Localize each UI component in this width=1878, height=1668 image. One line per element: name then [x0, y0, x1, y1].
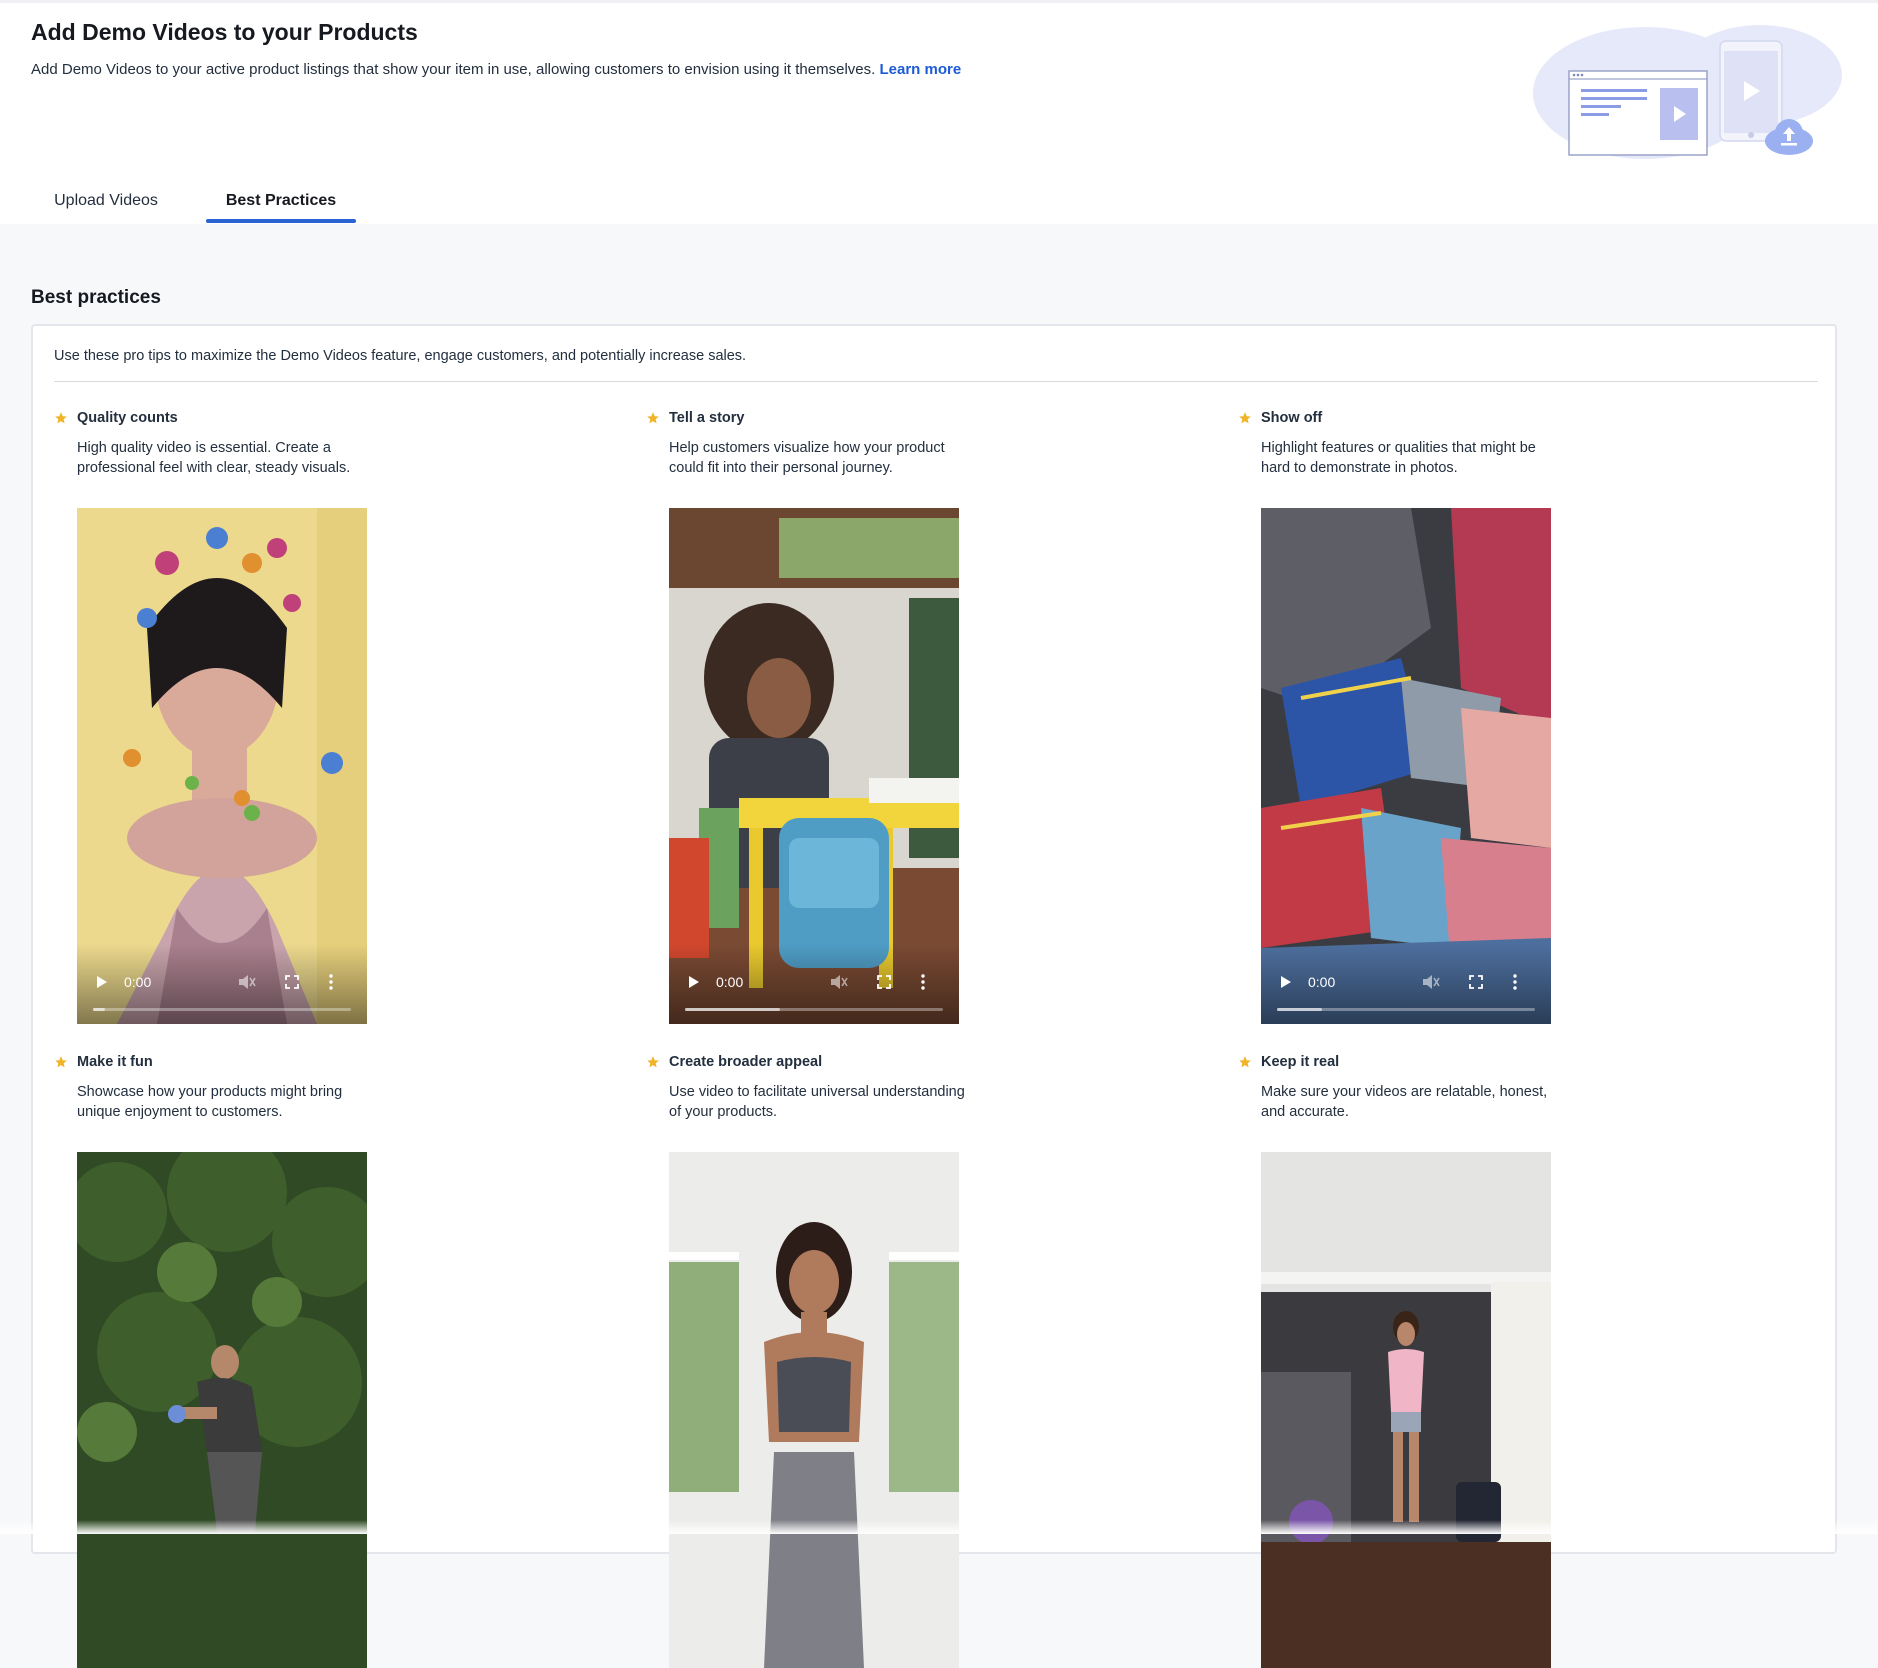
- card-intro: Use these pro tips to maximize the Demo …: [54, 348, 747, 364]
- tip-description: High quality video is essential. Create …: [77, 440, 351, 476]
- mute-icon[interactable]: [238, 974, 256, 990]
- page-description-text: Add Demo Videos to your active product l…: [31, 61, 876, 78]
- demo-video-player[interactable]: [77, 1152, 367, 1668]
- video-time: 0:00: [124, 974, 152, 990]
- tip-title: Tell a story: [669, 410, 745, 426]
- tip-description: Make sure your videos are relatable, hon…: [1261, 1084, 1548, 1120]
- video-frame-man-outdoors: [77, 1152, 367, 1668]
- star-icon: [55, 412, 67, 424]
- active-tab-indicator: [206, 219, 356, 223]
- star-icon: [1239, 412, 1251, 424]
- tab-best-practices[interactable]: Best Practices: [206, 176, 356, 221]
- video-frame-woman-fitness: [669, 1152, 959, 1668]
- upload-video-illustration: [1533, 25, 1842, 159]
- tip-description: Highlight features or qualities that mig…: [1261, 440, 1536, 476]
- tip-title: Show off: [1261, 410, 1323, 426]
- tab-upload-videos[interactable]: Upload Videos: [31, 176, 181, 221]
- video-time: 0:00: [1308, 974, 1336, 990]
- learn-more-link[interactable]: Learn more: [879, 61, 961, 78]
- tip-title: Create broader appeal: [669, 1054, 823, 1070]
- video-progress-bar[interactable]: [685, 1008, 943, 1011]
- tip-description: Showcase how your products might bring u…: [77, 1084, 343, 1120]
- star-icon: [55, 1056, 67, 1068]
- tip-title: Quality counts: [77, 410, 178, 426]
- fullscreen-icon[interactable]: [877, 975, 891, 989]
- demo-video-player[interactable]: [669, 1152, 959, 1668]
- video-controls: 0:00: [1261, 944, 1551, 1024]
- tip-title: Make it fun: [77, 1054, 153, 1070]
- star-icon: [647, 412, 659, 424]
- mute-icon[interactable]: [830, 974, 848, 990]
- divider: [54, 381, 1818, 382]
- progress-buffer: [1277, 1008, 1322, 1011]
- progress-buffer: [685, 1008, 780, 1011]
- video-progress-bar[interactable]: [93, 1008, 351, 1011]
- play-icon[interactable]: [687, 975, 701, 989]
- page-description: Add Demo Videos to your active product l…: [31, 61, 961, 78]
- star-icon: [647, 1056, 659, 1068]
- page-title: Add Demo Videos to your Products: [31, 19, 418, 45]
- demo-video-player[interactable]: 0:00: [669, 508, 959, 1024]
- play-icon[interactable]: [1279, 975, 1293, 989]
- mute-icon[interactable]: [1422, 974, 1440, 990]
- best-practices-card: Use these pro tips to maximize the Demo …: [31, 324, 1837, 1668]
- video-controls: 0:00: [669, 944, 959, 1024]
- star-icon: [1239, 1056, 1251, 1068]
- tip-description: Use video to facilitate universal unders…: [669, 1084, 965, 1120]
- play-icon[interactable]: [95, 975, 109, 989]
- tip-description: Help customers visualize how your produc…: [669, 440, 945, 476]
- video-time: 0:00: [716, 974, 744, 990]
- demo-video-player[interactable]: 0:00: [1261, 508, 1551, 1024]
- section-title: Best practices: [31, 287, 161, 308]
- video-frame-woman-living-room: [1261, 1152, 1551, 1668]
- bottom-fade: [0, 1520, 1878, 1534]
- demo-video-player[interactable]: [1261, 1152, 1551, 1668]
- video-controls: 0:00: [77, 944, 367, 1024]
- video-progress-bar[interactable]: [1277, 1008, 1535, 1011]
- more-options-icon[interactable]: [920, 974, 926, 990]
- progress-buffer: [93, 1008, 105, 1011]
- tip-title: Keep it real: [1261, 1054, 1340, 1070]
- more-options-icon[interactable]: [1512, 974, 1518, 990]
- more-options-icon[interactable]: [328, 974, 334, 990]
- fullscreen-icon[interactable]: [285, 975, 299, 989]
- fullscreen-icon[interactable]: [1469, 975, 1483, 989]
- demo-video-player[interactable]: 0:00: [77, 508, 367, 1024]
